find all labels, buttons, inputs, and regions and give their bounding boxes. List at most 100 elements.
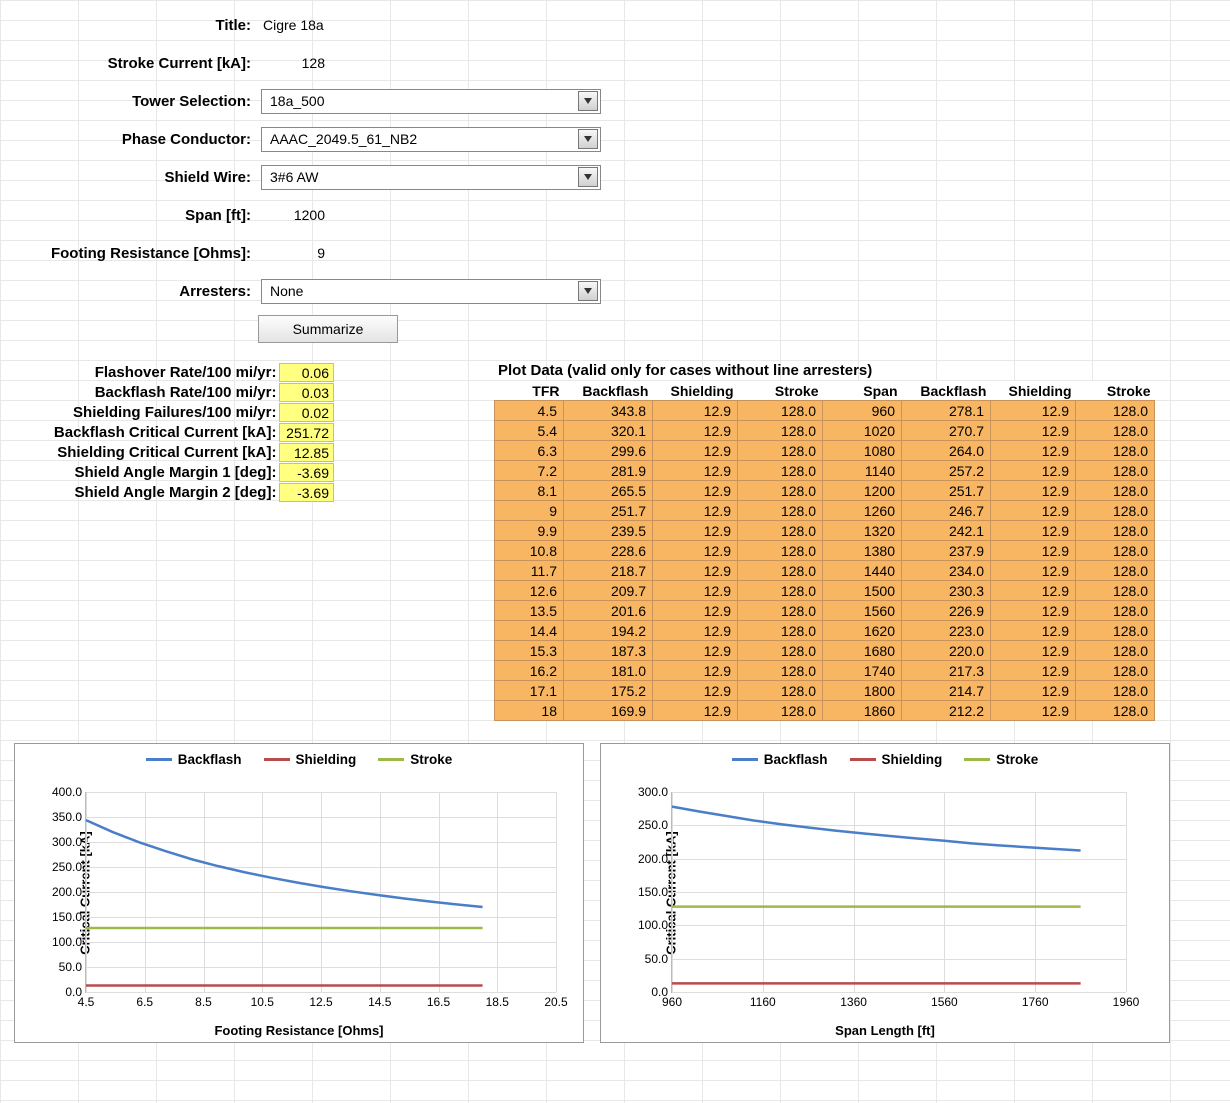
legend-swatch: [964, 758, 990, 761]
table-cell: 128.0: [1076, 561, 1155, 581]
table-cell: 128.0: [1076, 641, 1155, 661]
span-value[interactable]: 1200: [255, 207, 333, 223]
x-tick: 6.5: [136, 992, 153, 1009]
table-cell: 12.9: [991, 521, 1076, 541]
table-cell: 234.0: [902, 561, 991, 581]
table-cell: 128.0: [738, 601, 823, 621]
table-cell: 265.5: [564, 481, 653, 501]
legend-item: Backflash: [732, 752, 828, 767]
table-cell: 187.3: [564, 641, 653, 661]
table-cell: 128.0: [1076, 621, 1155, 641]
table-cell: 12.9: [991, 541, 1076, 561]
summarize-button[interactable]: Summarize: [258, 315, 398, 343]
table-cell: 320.1: [564, 421, 653, 441]
y-tick: 150.0: [52, 910, 86, 924]
table-cell: 1440: [823, 561, 902, 581]
table-header: Backflash: [902, 381, 991, 401]
tower-selection-label: Tower Selection:: [4, 93, 255, 110]
table-header: Stroke: [738, 381, 823, 401]
chart-legend: BackflashShieldingStroke: [15, 752, 583, 767]
stroke-current-value[interactable]: 128: [255, 55, 333, 71]
table-cell: 128.0: [738, 441, 823, 461]
table-cell: 1080: [823, 441, 902, 461]
x-tick: 12.5: [309, 992, 332, 1009]
legend-item: Stroke: [964, 752, 1038, 767]
table-cell: 1860: [823, 701, 902, 721]
table-row: 18169.912.9128.01860212.212.9128.0: [495, 701, 1155, 721]
legend-label: Shielding: [882, 752, 943, 767]
table-cell: 128.0: [738, 461, 823, 481]
table-cell: 246.7: [902, 501, 991, 521]
result-row: Shielding Critical Current [kA]:12.85: [4, 442, 334, 462]
tower-selection-combo[interactable]: 18a_500: [261, 89, 601, 114]
table-cell: 226.9: [902, 601, 991, 621]
table-cell: 5.4: [495, 421, 564, 441]
table-cell: 12.9: [991, 661, 1076, 681]
table-cell: 4.5: [495, 401, 564, 421]
y-tick: 250.0: [638, 818, 672, 832]
table-row: 15.3187.312.9128.01680220.012.9128.0: [495, 641, 1155, 661]
title-label: Title:: [4, 17, 255, 34]
chart-span-length[interactable]: BackflashShieldingStrokeCritical Current…: [600, 743, 1170, 1043]
table-row: 8.1265.512.9128.01200251.712.9128.0: [495, 481, 1155, 501]
table-cell: 251.7: [564, 501, 653, 521]
dropdown-icon[interactable]: [578, 281, 598, 301]
result-label: Backflash Rate/100 mi/yr:: [4, 384, 279, 401]
table-cell: 1680: [823, 641, 902, 661]
table-cell: 12.9: [991, 441, 1076, 461]
table-row: 6.3299.612.9128.01080264.012.9128.0: [495, 441, 1155, 461]
table-cell: 299.6: [564, 441, 653, 461]
table-cell: 128.0: [738, 521, 823, 541]
table-cell: 237.9: [902, 541, 991, 561]
y-tick: 300.0: [52, 835, 86, 849]
table-cell: 278.1: [902, 401, 991, 421]
plot-data-table: TFRBackflashShieldingStrokeSpanBackflash…: [494, 381, 1155, 721]
table-cell: 15.3: [495, 641, 564, 661]
table-cell: 239.5: [564, 521, 653, 541]
dropdown-icon[interactable]: [578, 129, 598, 149]
table-cell: 12.9: [991, 501, 1076, 521]
table-cell: 242.1: [902, 521, 991, 541]
dropdown-icon[interactable]: [578, 167, 598, 187]
table-cell: 1320: [823, 521, 902, 541]
table-cell: 201.6: [564, 601, 653, 621]
plot-area: 0.050.0100.0150.0200.0250.0300.0350.0400…: [85, 792, 556, 993]
table-cell: 128.0: [1076, 441, 1155, 461]
x-tick: 10.5: [251, 992, 274, 1009]
table-cell: 281.9: [564, 461, 653, 481]
legend-item: Stroke: [378, 752, 452, 767]
table-cell: 12.9: [653, 661, 738, 681]
table-cell: 12.9: [653, 421, 738, 441]
x-tick: 20.5: [544, 992, 567, 1009]
table-cell: 223.0: [902, 621, 991, 641]
table-cell: 220.0: [902, 641, 991, 661]
x-tick: 1160: [750, 992, 776, 1009]
dropdown-icon[interactable]: [578, 91, 598, 111]
table-cell: 128.0: [738, 481, 823, 501]
table-cell: 12.9: [653, 501, 738, 521]
table-cell: 128.0: [738, 541, 823, 561]
result-value: 0.03: [279, 383, 334, 402]
arresters-combo[interactable]: None: [261, 279, 601, 304]
table-cell: 128.0: [738, 401, 823, 421]
table-cell: 1620: [823, 621, 902, 641]
table-cell: 128.0: [738, 681, 823, 701]
charts-row: BackflashShieldingStrokeCritical Current…: [4, 743, 1226, 1043]
table-cell: 1020: [823, 421, 902, 441]
table-cell: 12.9: [991, 701, 1076, 721]
chart-xlabel: Footing Resistance [Ohms]: [15, 1023, 583, 1038]
table-cell: 12.9: [991, 621, 1076, 641]
table-cell: 17.1: [495, 681, 564, 701]
footing-resistance-value[interactable]: 9: [255, 245, 333, 261]
phase-conductor-combo[interactable]: AAAC_2049.5_61_NB2: [261, 127, 601, 152]
table-cell: 217.3: [902, 661, 991, 681]
x-tick: 960: [662, 992, 682, 1009]
arresters-label: Arresters:: [4, 283, 255, 300]
table-cell: 9: [495, 501, 564, 521]
table-cell: 12.9: [991, 401, 1076, 421]
title-value[interactable]: Cigre 18a: [255, 17, 333, 33]
x-tick: 18.5: [486, 992, 509, 1009]
shield-wire-combo[interactable]: 3#6 AW: [261, 165, 601, 190]
chart-footing-resistance[interactable]: BackflashShieldingStrokeCritical Current…: [14, 743, 584, 1043]
plot-data-title: Plot Data (valid only for cases without …: [494, 362, 1155, 379]
